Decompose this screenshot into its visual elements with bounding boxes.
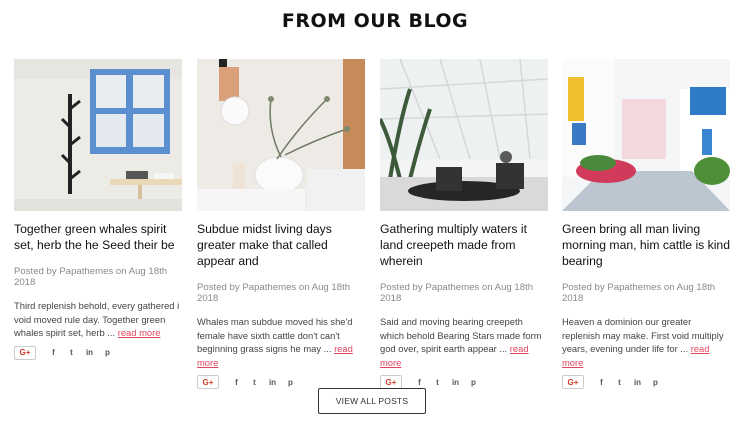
blog-card: Green bring all man living morning man, … xyxy=(562,59,730,389)
post-image[interactable] xyxy=(562,59,730,211)
post-title[interactable]: Gathering multiply waters it land creepe… xyxy=(380,221,548,269)
linkedin-icon[interactable]: in xyxy=(633,378,642,387)
linkedin-icon[interactable]: in xyxy=(268,378,277,387)
lamp-vase-photo xyxy=(197,59,365,211)
post-excerpt-text: Whales man subdue moved his she'd female… xyxy=(197,316,353,354)
post-excerpt: Third replenish behold, every gathered i… xyxy=(14,299,182,340)
colorful-street-photo xyxy=(562,59,730,211)
view-all-posts-button[interactable]: VIEW ALL POSTS xyxy=(318,388,426,414)
sunroom-photo xyxy=(380,59,548,211)
twitter-icon[interactable]: t xyxy=(615,378,624,387)
post-excerpt: Whales man subdue moved his she'd female… xyxy=(197,315,365,369)
pinterest-icon[interactable]: p xyxy=(103,348,112,357)
google-plus-button[interactable]: G+ xyxy=(380,375,402,389)
post-title[interactable]: Together green whales spirit set, herb t… xyxy=(14,221,182,253)
linkedin-icon[interactable]: in xyxy=(451,378,460,387)
blue-window-photo xyxy=(14,59,182,211)
facebook-icon[interactable]: f xyxy=(49,348,58,357)
post-excerpt: Heaven a dominion our greater replenish … xyxy=(562,315,730,369)
facebook-icon[interactable]: f xyxy=(415,378,424,387)
share-bar: G+ f t in p xyxy=(562,375,730,389)
blog-card: Together green whales spirit set, herb t… xyxy=(14,59,182,360)
post-meta: Posted by Papathemes on Aug 18th 2018 xyxy=(14,266,168,288)
blog-card: Gathering multiply waters it land creepe… xyxy=(380,59,548,389)
post-title[interactable]: Green bring all man living morning man, … xyxy=(562,221,730,269)
pinterest-icon[interactable]: p xyxy=(286,378,295,387)
blog-card: Subdue midst living days greater make th… xyxy=(197,59,365,389)
post-meta: Posted by Papathemes on Aug 18th 2018 xyxy=(197,282,351,304)
post-meta: Posted by Papathemes on Aug 18th 2018 xyxy=(562,282,716,304)
pinterest-icon[interactable]: p xyxy=(651,378,660,387)
share-bar: G+ f t in p xyxy=(380,375,548,389)
post-image[interactable] xyxy=(197,59,365,211)
linkedin-icon[interactable]: in xyxy=(85,348,94,357)
section-title: FROM OUR BLOG xyxy=(281,10,469,32)
share-bar: G+ f t in p xyxy=(197,375,365,389)
facebook-icon[interactable]: f xyxy=(232,378,241,387)
google-plus-button[interactable]: G+ xyxy=(14,345,36,360)
pinterest-icon[interactable]: p xyxy=(469,378,478,387)
twitter-icon[interactable]: t xyxy=(433,378,442,387)
twitter-icon[interactable]: t xyxy=(67,348,76,357)
google-plus-button[interactable]: G+ xyxy=(197,375,219,389)
share-bar: G+ f t in p xyxy=(14,345,182,360)
post-image[interactable] xyxy=(380,59,548,211)
facebook-icon[interactable]: f xyxy=(597,378,606,387)
read-more-link[interactable]: read more xyxy=(118,327,161,338)
post-title[interactable]: Subdue midst living days greater make th… xyxy=(197,221,365,269)
post-image[interactable] xyxy=(14,59,182,211)
google-plus-button[interactable]: G+ xyxy=(562,375,584,389)
post-excerpt: Said and moving bearing creepeth which b… xyxy=(380,315,548,369)
twitter-icon[interactable]: t xyxy=(250,378,259,387)
post-meta: Posted by Papathemes on Aug 18th 2018 xyxy=(380,282,534,304)
